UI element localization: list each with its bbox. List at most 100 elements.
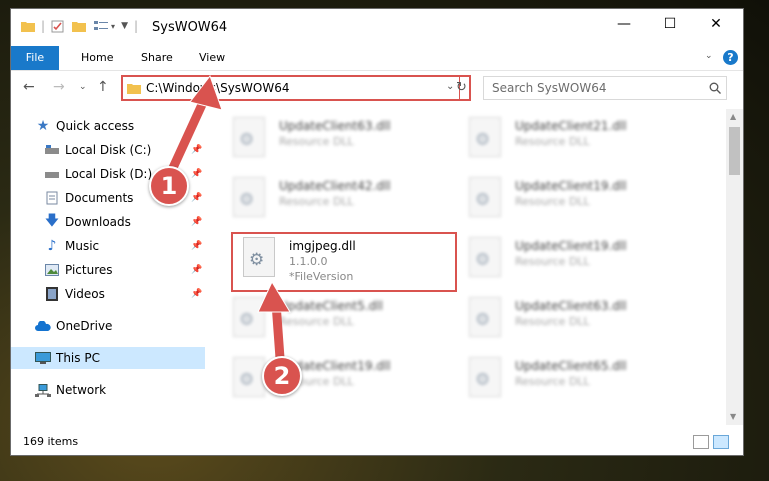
sidebar-item-label: Network <box>56 383 107 397</box>
file-item[interactable]: ⚙ UpdateClient5.dll Resource DLL <box>233 295 443 345</box>
sidebar-item-videos[interactable]: Videos 📌 <box>11 283 205 305</box>
sidebar-item-label: Music <box>65 239 100 253</box>
cloud-icon <box>35 318 51 334</box>
status-bar: 169 items <box>11 429 743 455</box>
sidebar-item-onedrive[interactable]: OneDrive <box>11 315 205 337</box>
step-1-badge: 1 <box>149 166 189 206</box>
tab-home[interactable]: Home <box>81 46 113 70</box>
file-item[interactable]: ⚙ UpdateClient19.dll Resource DLL <box>469 175 679 225</box>
file-name: UpdateClient42.dll <box>279 179 391 193</box>
pin-icon[interactable]: 📌 <box>191 169 202 179</box>
back-arrow-icon[interactable]: ← <box>23 79 35 95</box>
pin-icon[interactable]: 📌 <box>191 145 202 155</box>
address-path[interactable]: C:\Windows\SysWOW64 <box>146 81 290 95</box>
gear-icon: ⚙ <box>239 190 255 210</box>
address-dropdown-icon[interactable]: ⌄ <box>446 81 454 92</box>
download-icon: 🡇 <box>44 213 60 229</box>
vertical-scrollbar[interactable]: ▲ ▼ <box>726 109 743 425</box>
pin-icon[interactable]: 📌 <box>191 265 202 275</box>
tab-share[interactable]: Share <box>141 46 173 70</box>
file-item[interactable]: ⚙ UpdateClient65.dll Resource DLL <box>469 355 679 405</box>
sidebar-item-network[interactable]: Network <box>11 379 205 401</box>
sidebar-item-label: Local Disk (D:) <box>65 167 153 181</box>
file-item[interactable]: ⚙ UpdateClient63.dll Resource DLL <box>233 115 443 165</box>
sidebar-item-quick-access[interactable]: ★ Quick access <box>11 115 205 137</box>
close-button[interactable]: ✕ <box>693 9 739 39</box>
recent-locations-icon[interactable]: ⌄ <box>79 82 87 92</box>
dll-file-icon: ⚙ <box>233 117 265 157</box>
file-description: Resource DLL <box>515 135 590 148</box>
search-icon[interactable] <box>709 82 721 94</box>
scroll-down-icon[interactable]: ▼ <box>730 412 736 421</box>
folder-icon <box>127 84 141 94</box>
drive-icon <box>44 142 60 158</box>
file-item[interactable]: ⚙ UpdateClient21.dll Resource DLL <box>469 115 679 165</box>
sidebar-item-label: This PC <box>56 351 100 365</box>
sidebar-item-label: Local Disk (C:) <box>65 143 152 157</box>
dll-file-icon: ⚙ <box>233 177 265 217</box>
file-description: Resource DLL <box>515 315 590 328</box>
file-description: Resource DLL <box>279 135 354 148</box>
gear-icon: ⚙ <box>239 370 255 390</box>
view-options-icon[interactable] <box>94 20 109 32</box>
maximize-button[interactable]: ☐ <box>647 9 693 39</box>
gear-icon: ⚙ <box>475 370 491 390</box>
up-arrow-icon[interactable]: ↑ <box>97 79 109 95</box>
file-description: Resource DLL <box>515 255 590 268</box>
dll-file-icon: ⚙ <box>233 297 265 337</box>
forward-arrow-icon[interactable]: → <box>53 79 65 95</box>
sidebar-item-downloads[interactable]: 🡇 Downloads 📌 <box>11 211 205 233</box>
music-icon: ♪ <box>47 238 57 254</box>
address-bar[interactable]: C:\Windows\SysWOW64 ⌄ <box>121 75 471 101</box>
pin-icon[interactable]: 📌 <box>191 241 202 251</box>
scroll-up-icon[interactable]: ▲ <box>730 112 736 121</box>
gear-icon: ⚙ <box>475 310 491 330</box>
sidebar-item-music[interactable]: ♪ Music 📌 <box>11 235 205 257</box>
details-view-icon[interactable] <box>693 435 709 449</box>
file-item[interactable]: ⚙ UpdateClient42.dll Resource DLL <box>233 175 443 225</box>
navigation-pane: ★ Quick access Local Disk (C:) 📌 Local D… <box>11 109 205 425</box>
videos-icon <box>44 286 60 302</box>
sidebar-item-pictures[interactable]: Pictures 📌 <box>11 259 205 281</box>
sidebar-item-local-disk-c[interactable]: Local Disk (C:) 📌 <box>11 139 205 161</box>
file-description: Resource DLL <box>515 195 590 208</box>
search-box[interactable]: Search SysWOW64 <box>483 76 727 100</box>
refresh-icon[interactable]: ↻ <box>456 80 467 95</box>
gear-icon: ⚙ <box>475 190 491 210</box>
gear-icon: ⚙ <box>239 130 255 150</box>
new-folder-icon[interactable] <box>72 20 87 32</box>
file-description: Resource DLL <box>279 315 354 328</box>
pin-icon[interactable]: 📌 <box>191 289 202 299</box>
file-item[interactable]: ⚙ UpdateClient63.dll Resource DLL <box>469 295 679 345</box>
file-name: UpdateClient63.dll <box>279 119 391 133</box>
ribbon: File Home Share View ⌄ ? <box>11 46 743 71</box>
dll-file-icon: ⚙ <box>469 297 501 337</box>
properties-icon[interactable] <box>51 20 64 33</box>
pin-icon[interactable]: 📌 <box>191 193 202 203</box>
pin-icon[interactable]: 📌 <box>191 217 202 227</box>
scroll-thumb[interactable] <box>729 127 740 175</box>
sidebar-item-label: Documents <box>65 191 134 205</box>
gear-icon: ⚙ <box>475 250 491 270</box>
file-name: UpdateClient5.dll <box>279 299 383 313</box>
tab-file[interactable]: File <box>11 46 59 70</box>
tiles-view-icon[interactable] <box>713 435 729 449</box>
network-icon <box>35 382 51 398</box>
dll-file-icon: ⚙ <box>469 237 501 277</box>
dll-file-icon: ⚙ <box>233 357 265 397</box>
tab-view[interactable]: View <box>199 46 225 70</box>
computer-icon <box>35 350 51 366</box>
expand-ribbon-icon[interactable]: ⌄ <box>705 51 713 61</box>
customize-toolbar-icon[interactable]: ▼ <box>121 21 128 31</box>
folder-icon[interactable] <box>21 20 35 32</box>
file-description: Resource DLL <box>279 195 354 208</box>
drive-icon <box>44 166 60 182</box>
sidebar-item-this-pc[interactable]: This PC <box>11 347 205 369</box>
star-icon: ★ <box>36 118 50 134</box>
search-input[interactable]: Search SysWOW64 <box>492 81 606 95</box>
minimize-button[interactable]: — <box>601 9 647 39</box>
file-item[interactable]: ⚙ UpdateClient19.dll Resource DLL <box>469 235 679 285</box>
file-name: UpdateClient21.dll <box>515 119 627 133</box>
help-icon[interactable]: ? <box>723 50 738 65</box>
dropdown-icon[interactable]: ▾ <box>111 22 115 31</box>
